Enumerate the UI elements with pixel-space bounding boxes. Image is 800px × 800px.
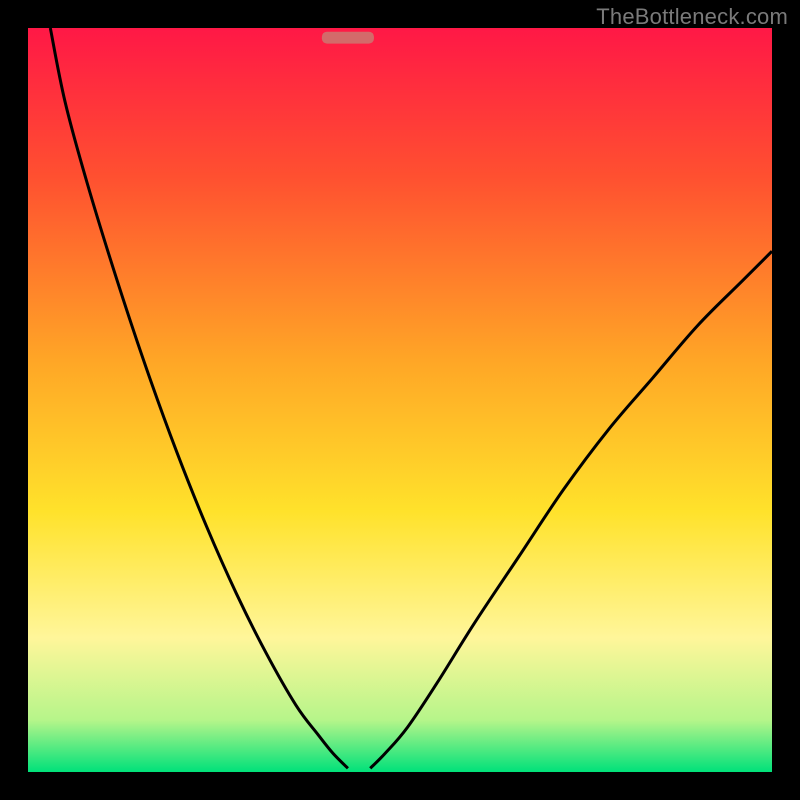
chart-frame: TheBottleneck.com (0, 0, 800, 800)
gradient-background (28, 28, 772, 772)
minimum-marker (322, 32, 374, 44)
chart-plot (28, 28, 772, 772)
watermark-label: TheBottleneck.com (596, 4, 788, 30)
chart-svg (28, 28, 772, 772)
